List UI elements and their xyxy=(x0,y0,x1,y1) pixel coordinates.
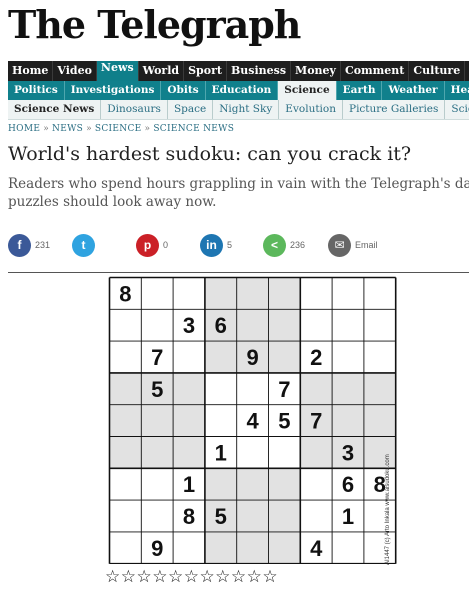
share-email-button[interactable]: ✉ Email xyxy=(328,233,378,257)
section-item-evolution[interactable]: Evolution xyxy=(279,100,343,119)
standfirst-line: puzzles should look away now. xyxy=(8,194,217,210)
subnav-item-obits[interactable]: Obits xyxy=(161,81,206,100)
difficulty-rating: ☆☆☆☆☆☆☆☆☆☆☆ xyxy=(105,567,279,586)
article-headline: World's hardest sudoku: can you crack it… xyxy=(8,143,412,165)
share-linkedin-button[interactable]: in 5 xyxy=(200,233,232,257)
subnav-item-science[interactable]: Science xyxy=(278,81,337,100)
linkedin-icon: in xyxy=(200,233,223,257)
share-count: 5 xyxy=(227,240,233,250)
share-icon: < xyxy=(263,233,286,257)
nav-item-money[interactable]: Money xyxy=(291,61,341,81)
subnav-item-education[interactable]: Education xyxy=(206,81,279,100)
tertiary-nav: Science News Dinosaurs Space Night Sky Evolu… xyxy=(8,100,469,120)
pinterest-icon: p xyxy=(136,233,159,257)
sudoku-given-digit: 6 xyxy=(342,472,354,497)
nav-item-business[interactable]: Business xyxy=(227,61,292,81)
sudoku-given-digit: 7 xyxy=(151,345,163,370)
section-item-space[interactable]: Space xyxy=(168,100,214,119)
sudoku-given-digit: 1 xyxy=(183,472,195,497)
breadcrumb-link-home[interactable]: HOME xyxy=(8,124,40,134)
nav-item-comment[interactable]: Comment xyxy=(341,61,410,81)
nav-item-home[interactable]: Home xyxy=(8,61,54,81)
sudoku-given-digit: 9 xyxy=(246,345,258,370)
sudoku-puzzle: 836792574571316885194 xyxy=(108,276,398,564)
sudoku-given-digit: 7 xyxy=(278,377,290,402)
breadcrumb-link-science[interactable]: SCIENCE xyxy=(95,124,142,134)
nav-item-travel[interactable]: Travel xyxy=(465,61,469,81)
section-item-science-v[interactable]: Science V xyxy=(445,100,469,119)
sudoku-given-digit: 3 xyxy=(342,440,354,465)
divider xyxy=(8,272,469,273)
share-pinterest-button[interactable]: p0 xyxy=(136,233,168,257)
breadcrumb: HOME» NEWS» SCIENCE» SCIENCE NEWS xyxy=(8,124,234,134)
secondary-nav: Politics Investigations Obits Education Scie… xyxy=(8,81,469,100)
sudoku-given-digit: 5 xyxy=(215,504,227,529)
sudoku-given-digit: 8 xyxy=(183,504,195,529)
breadcrumb-separator: » xyxy=(43,124,50,134)
share-share-button[interactable]: <236 xyxy=(263,233,305,257)
share-bar: f 231 t p 0 in 5 <236 ✉ Email xyxy=(8,233,469,257)
email-icon: ✉ xyxy=(328,233,351,257)
sudoku-given-digit: 5 xyxy=(151,377,163,402)
share-count: 236 xyxy=(290,240,306,250)
section-item-night-sky[interactable]: Night Sky xyxy=(213,100,280,119)
sudoku-given-digit: 1 xyxy=(342,504,354,529)
sudoku-given-digit: 3 xyxy=(183,313,195,338)
subnav-item-health[interactable]: Health xyxy=(445,81,469,100)
share-twitter-button[interactable]: t xyxy=(72,233,95,257)
facebook-icon: f xyxy=(8,233,31,257)
sudoku-grid: 83 67 9 25 74 5 71 31 6 88 5 19 4 xyxy=(108,276,397,564)
share-count: Email xyxy=(355,240,378,250)
breadcrumb-link-science-news[interactable]: SCIENCE NEWS xyxy=(153,124,234,134)
section-item-picture-galleries[interactable]: Picture Galleries xyxy=(343,100,446,119)
share-count: 231 xyxy=(35,240,51,250)
site-logo[interactable]: The Telegraph xyxy=(8,3,301,47)
sudoku-given-digit: 5 xyxy=(278,409,290,434)
sudoku-given-digit: 1 xyxy=(215,440,227,465)
sudoku-given-digit: 9 xyxy=(151,536,163,561)
section-item-dinosaurs[interactable]: Dinosaurs xyxy=(101,100,168,119)
nav-item-video[interactable]: Video xyxy=(53,61,97,81)
puzzle-credit: AI1447 (c) Arto Inkala www.aisudoku.com xyxy=(385,454,391,565)
subnav-item-investigations[interactable]: Investigations xyxy=(65,81,162,100)
sudoku-given-digit: 6 xyxy=(215,313,227,338)
subnav-item-earth[interactable]: Earth xyxy=(337,81,383,100)
nav-item-world[interactable]: World xyxy=(139,61,185,81)
sudoku-given-digit: 2 xyxy=(310,345,322,370)
breadcrumb-separator: » xyxy=(144,124,151,134)
sudoku-given-digit: 4 xyxy=(246,409,259,434)
section-item-science-news[interactable]: Science News xyxy=(8,100,102,119)
standfirst-line: Readers who spend hours grappling in vai… xyxy=(8,176,469,192)
article-standfirst: Readers who spend hours grappling in vai… xyxy=(8,175,469,211)
share-count: 0 xyxy=(163,240,169,250)
subnav-item-politics[interactable]: Politics xyxy=(8,81,65,100)
share-facebook-button[interactable]: f 231 xyxy=(8,233,50,257)
primary-nav: Home Video News World Sport Business Money Comm… xyxy=(8,61,469,81)
nav-item-news[interactable]: News xyxy=(96,61,139,81)
nav-item-sport[interactable]: Sport xyxy=(184,61,227,81)
subnav-item-weather[interactable]: Weather xyxy=(382,81,445,100)
breadcrumb-link-news[interactable]: NEWS xyxy=(52,124,83,134)
twitter-icon: t xyxy=(72,233,95,257)
sudoku-given-digit: 7 xyxy=(310,409,322,434)
nav-item-culture[interactable]: Culture xyxy=(409,61,466,81)
sudoku-given-digit: 8 xyxy=(119,281,131,306)
sudoku-given-digit: 4 xyxy=(310,536,323,561)
breadcrumb-separator: » xyxy=(86,124,92,134)
